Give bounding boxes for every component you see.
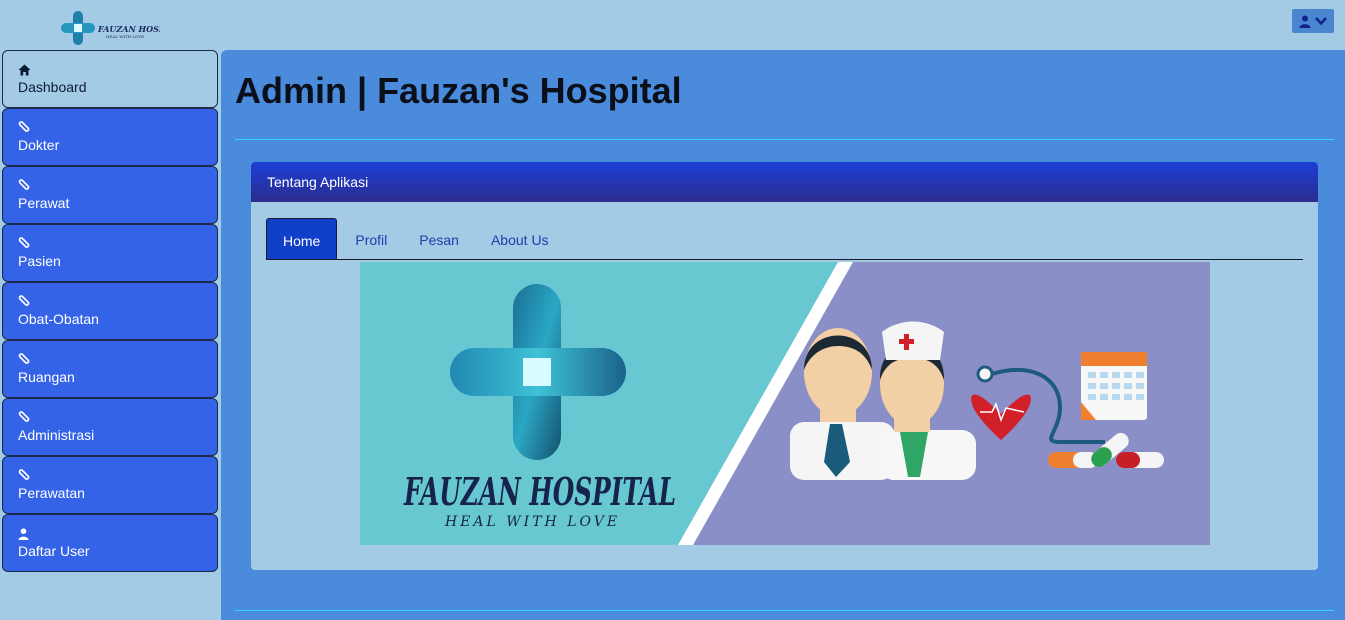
sidebar-item-label: Daftar User [18, 543, 90, 559]
hospital-banner-image: FAUZAN HOSPITAL HEAL WITH LOVE [360, 262, 1210, 545]
sidebar-item-label: Obat-Obatan [18, 311, 99, 327]
footer-divider [235, 610, 1334, 611]
paperclip-icon [18, 353, 217, 367]
svg-text:FAUZAN HOSPITAL: FAUZAN HOSPITAL [403, 469, 676, 514]
tab-home[interactable]: Home [266, 218, 338, 259]
sidebar: Dashboard Dokter Perawat Pasien Obat-Oba… [2, 50, 218, 572]
tab-profil[interactable]: Profil [337, 218, 403, 260]
sidebar-item-dashboard[interactable]: Dashboard [2, 50, 218, 108]
paperclip-icon [18, 121, 217, 135]
sidebar-item-label: Administrasi [18, 427, 95, 443]
sidebar-item-dokter[interactable]: Dokter [2, 108, 218, 166]
user-icon [1299, 15, 1311, 28]
svg-text:HEAL WITH LOVE: HEAL WITH LOVE [444, 514, 620, 530]
user-icon [18, 527, 217, 541]
sidebar-item-label: Dokter [18, 137, 60, 153]
svg-text:FAUZAN HOSPITAL: FAUZAN HOSPITAL [97, 24, 160, 34]
paperclip-icon [18, 411, 217, 425]
sidebar-item-perawatan[interactable]: Perawatan [2, 456, 218, 514]
paperclip-icon [18, 469, 217, 483]
cross-logo-icon [61, 11, 95, 45]
sidebar-item-label: Pasien [18, 253, 61, 269]
chevron-down-icon [1315, 17, 1327, 26]
sidebar-item-label: Ruangan [18, 369, 75, 385]
user-menu-button[interactable] [1292, 9, 1334, 33]
main-content: Admin | Fauzan's Hospital Tentang Aplika… [221, 50, 1345, 620]
paperclip-icon [18, 295, 217, 309]
paperclip-icon [18, 179, 217, 193]
sidebar-item-ruangan[interactable]: Ruangan [2, 340, 218, 398]
sidebar-item-label: Perawat [18, 195, 70, 211]
sidebar-item-pasien[interactable]: Pasien [2, 224, 218, 282]
divider [235, 139, 1334, 140]
tab-bar: Home Profil Pesan About Us [266, 218, 1303, 260]
sidebar-item-label: Perawatan [18, 485, 85, 501]
svg-text:HEAL WITH LOVE: HEAL WITH LOVE [106, 34, 144, 39]
sidebar-item-administrasi[interactable]: Administrasi [2, 398, 218, 456]
home-icon [18, 63, 217, 77]
about-panel: Tentang Aplikasi Home Profil Pesan About… [251, 162, 1318, 570]
paperclip-icon [18, 237, 217, 251]
panel-header: Tentang Aplikasi [251, 162, 1318, 202]
sidebar-item-obat-obatan[interactable]: Obat-Obatan [2, 282, 218, 340]
hospital-logo[interactable]: FAUZAN HOSPITAL HEAL WITH LOVE [60, 10, 186, 48]
sidebar-item-perawat[interactable]: Perawat [2, 166, 218, 224]
page-title: Admin | Fauzan's Hospital [235, 70, 682, 111]
tab-pesan[interactable]: Pesan [403, 218, 475, 260]
top-bar: FAUZAN HOSPITAL HEAL WITH LOVE [0, 0, 1345, 50]
sidebar-item-label: Dashboard [18, 79, 87, 95]
tab-about-us[interactable]: About Us [475, 218, 565, 260]
calendar-icon [1081, 352, 1147, 420]
sidebar-item-daftar-user[interactable]: Daftar User [2, 514, 218, 572]
